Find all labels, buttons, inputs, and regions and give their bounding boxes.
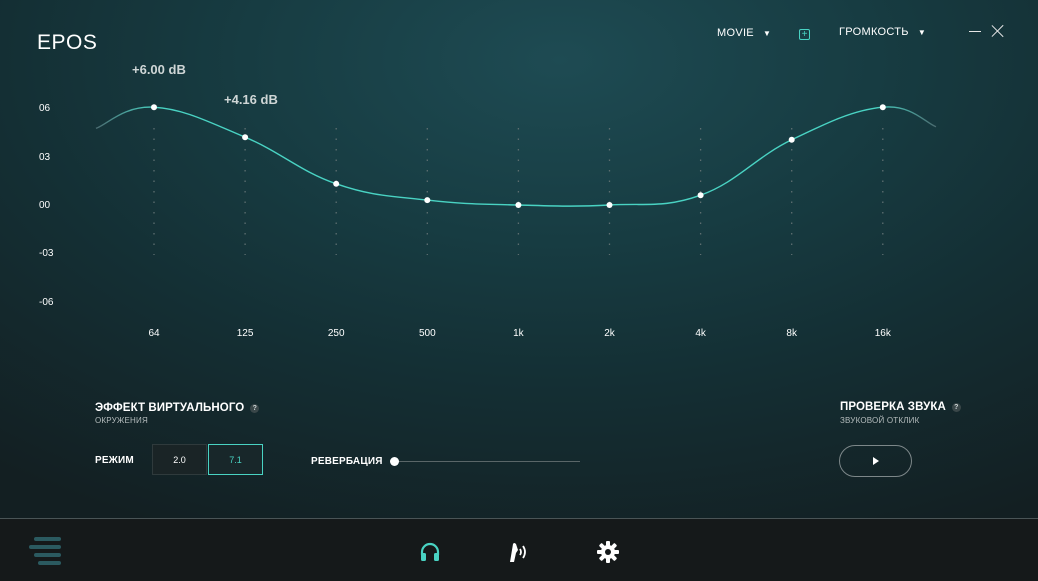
- play-icon: [872, 457, 879, 465]
- reverb-label: РЕВЕРБАЦИЯ: [311, 456, 383, 467]
- headphones-icon[interactable]: [419, 541, 441, 563]
- eq-band-handle[interactable]: [515, 202, 522, 208]
- microphone-icon[interactable]: [507, 540, 531, 564]
- menu-icon[interactable]: [28, 536, 62, 566]
- sound-test-title: ПРОВЕРКА ЗВУКА?: [840, 401, 961, 413]
- mode-button-2-0[interactable]: 2.0: [152, 444, 207, 475]
- mode-button-7-1[interactable]: 7.1: [208, 444, 263, 475]
- eq-band-handle[interactable]: [879, 104, 886, 111]
- eq-band-handle[interactable]: [333, 180, 340, 187]
- eq-band-handle[interactable]: [788, 136, 795, 143]
- bottom-nav-bar: [0, 518, 1038, 581]
- eq-band-handle[interactable]: [151, 104, 157, 111]
- sound-test-subtitle: ЗВУКОВОЙ ОТКЛИК: [840, 416, 920, 425]
- play-button[interactable]: [839, 445, 912, 477]
- reverb-slider-thumb[interactable]: [390, 457, 399, 466]
- reverb-slider-track[interactable]: [394, 461, 580, 462]
- eq-curve-graph: [95, 104, 937, 255]
- eq-band-handle[interactable]: [606, 202, 613, 208]
- help-icon[interactable]: ?: [951, 403, 961, 412]
- eq-band-handle[interactable]: [424, 197, 431, 204]
- help-icon[interactable]: ?: [250, 404, 260, 413]
- gear-icon[interactable]: [597, 541, 619, 563]
- eq-curve-line: [95, 106, 937, 207]
- mode-label: РЕЖИМ: [95, 455, 134, 466]
- eq-band-handle[interactable]: [697, 192, 704, 199]
- eq-band-handle[interactable]: [242, 134, 249, 141]
- surround-subtitle: ОКРУЖЕНИЯ: [95, 416, 148, 425]
- surround-title: ЭФФЕКТ ВИРТУАЛЬНОГО?: [95, 402, 260, 414]
